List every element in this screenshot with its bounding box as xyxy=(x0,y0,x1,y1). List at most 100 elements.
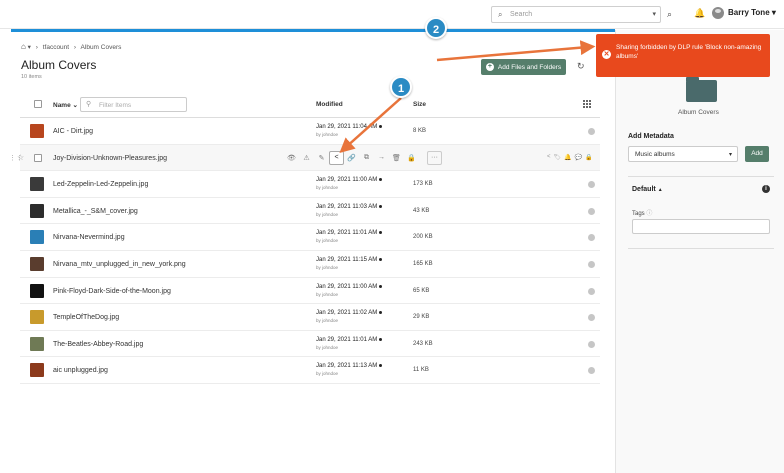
table-row[interactable]: AIC - Dirt.jpg Jan 29, 2021 11:04 AM by jo… xyxy=(20,118,600,145)
refresh-icon[interactable]: ↻ xyxy=(577,61,585,72)
bell-icon[interactable]: 🔔 xyxy=(564,154,571,161)
delete-icon[interactable]: 🗑 xyxy=(389,151,404,165)
row-checkbox[interactable] xyxy=(34,153,42,162)
row-info-icon[interactable] xyxy=(588,340,595,348)
search-input[interactable]: ⌕ Search ▾ xyxy=(491,6,661,23)
add-files-label: Add Files and Folders xyxy=(497,63,562,71)
table-row[interactable]: Led-Zeppelin-Led-Zeppelin.jpg Jan 29, 202… xyxy=(20,171,600,198)
search-scope-dropdown[interactable]: ▾ xyxy=(652,10,656,18)
modified-date-text: Jan 29, 2021 11:01 AM xyxy=(316,230,378,237)
metadata-template-select[interactable]: Music albums ▾ xyxy=(628,146,738,162)
file-name[interactable]: AIC - Dirt.jpg xyxy=(53,128,93,135)
modified-by: by johndoe xyxy=(316,291,339,297)
file-thumbnail xyxy=(30,363,44,378)
column-modified-header[interactable]: Modified xyxy=(316,101,343,108)
star-icon[interactable]: ☆ xyxy=(17,153,24,162)
status-dot xyxy=(379,364,383,368)
page-title: Album Covers xyxy=(21,58,97,72)
modified-date-text: Jan 29, 2021 11:00 AM xyxy=(316,283,378,290)
row-info-icon[interactable] xyxy=(588,261,595,268)
info-icon[interactable]: i xyxy=(762,185,770,193)
chevron-down-icon[interactable]: ▾ xyxy=(28,44,31,51)
avatar[interactable] xyxy=(712,7,724,19)
breadcrumb-item-tfaccount[interactable]: tfaccount xyxy=(43,44,69,51)
collaborate-icon[interactable]: ⚠ xyxy=(299,151,314,165)
comment-icon[interactable]: 💬 xyxy=(575,154,582,161)
table-row[interactable]: aic unplugged.jpg Jan 29, 2021 11:13 AM by… xyxy=(20,357,600,384)
modified-date-text: Jan 29, 2021 11:03 AM xyxy=(316,203,378,210)
row-info-icon[interactable] xyxy=(588,314,595,322)
table-row[interactable]: Pink-Floyd-Dark-Side-of-the-Moon.jpg Jan … xyxy=(20,278,600,305)
file-size: 8 KB xyxy=(413,128,427,134)
status-dot xyxy=(379,124,383,128)
file-name[interactable]: Metallica_-_S&M_cover.jpg xyxy=(53,208,138,215)
default-section-toggle[interactable]: Default ▲ xyxy=(632,186,663,193)
breadcrumb-item-album-covers[interactable]: Album Covers xyxy=(81,44,122,51)
move-icon[interactable]: → xyxy=(374,151,389,165)
lock-icon[interactable]: 🔒 xyxy=(404,151,419,165)
modified-date-text: Jan 29, 2021 11:13 AM xyxy=(316,363,378,370)
table-row[interactable]: ⋮⋮ ☆ Joy-Division-Unknown-Pleasures.jpg 👁 ⚠ ✎… xyxy=(9,144,600,172)
file-name[interactable]: Joy-Division-Unknown-Pleasures.jpg xyxy=(53,155,167,162)
user-name: Barry Tone xyxy=(728,8,770,17)
copy-icon[interactable]: ⧉ xyxy=(359,151,374,165)
grid-view-icon[interactable] xyxy=(583,100,592,109)
file-name[interactable]: Nirvana-Nevermind.jpg xyxy=(53,234,125,241)
row-action-toolbar: 👁 ⚠ ✎ < 🔗 ⧉ → 🗑 🔒 ··· xyxy=(284,150,442,165)
select-all-checkbox[interactable] xyxy=(34,100,42,108)
row-info-icon[interactable] xyxy=(588,128,595,135)
tag-icon[interactable]: 🏷 xyxy=(554,154,562,161)
link-icon[interactable]: 🔗 xyxy=(344,151,359,165)
file-name[interactable]: Nirvana_mtv_unplugged_in_new_york.png xyxy=(53,261,186,268)
tags-input[interactable] xyxy=(632,219,770,234)
chevron-down-icon: ▾ xyxy=(728,152,732,158)
home-icon[interactable]: ⌂ xyxy=(21,42,26,51)
file-size: 29 KB xyxy=(413,314,430,321)
more-options-button[interactable]: ··· xyxy=(427,150,442,165)
column-name-header[interactable]: Name ⌄ xyxy=(53,101,78,109)
table-row[interactable]: Metallica_-_S&M_cover.jpg Jan 29, 2021 11… xyxy=(20,198,600,225)
row-info-icon[interactable] xyxy=(588,367,595,375)
share-icon[interactable]: < xyxy=(329,150,344,165)
file-thumbnail xyxy=(30,310,44,325)
status-dot xyxy=(379,257,383,261)
status-dot xyxy=(379,311,383,315)
table-row[interactable]: Nirvana-Nevermind.jpg Jan 29, 2021 11:01 … xyxy=(20,224,600,251)
file-name[interactable]: Pink-Floyd-Dark-Side-of-the-Moon.jpg xyxy=(53,288,171,295)
folder-icon xyxy=(686,77,717,102)
filter-placeholder: Filter Items xyxy=(99,102,132,109)
file-name[interactable]: The-Beatles-Abbey-Road.jpg xyxy=(53,341,143,348)
row-info-icon[interactable] xyxy=(588,234,595,242)
table-row[interactable]: TempleOfTheDog.jpg Jan 29, 2021 11:02 AM b… xyxy=(20,304,600,331)
advanced-search-icon[interactable]: ⌕ xyxy=(667,9,672,20)
help-icon[interactable]: ⓘ xyxy=(646,211,652,217)
add-files-button[interactable]: + Add Files and Folders xyxy=(481,59,566,75)
file-size: 173 KB xyxy=(413,181,433,188)
file-thumbnail xyxy=(30,230,44,245)
modified-by: by johndoe xyxy=(316,185,339,191)
row-info-icon[interactable] xyxy=(588,207,595,215)
modified-date: Jan 29, 2021 11:00 AM xyxy=(316,283,383,290)
file-name[interactable]: Led-Zeppelin-Led-Zeppelin.jpg xyxy=(53,181,148,188)
row-info-icon[interactable] xyxy=(588,287,595,295)
file-name[interactable]: aic unplugged.jpg xyxy=(53,367,108,374)
edit-icon[interactable]: ✎ xyxy=(314,151,329,165)
share-status-icon[interactable]: < xyxy=(547,154,551,161)
filter-input[interactable]: ⚲ Filter Items xyxy=(80,97,187,112)
close-icon[interactable]: ✕ xyxy=(602,50,611,59)
lock-status-icon[interactable]: 🔒 xyxy=(585,154,592,161)
modified-by: by johndoe xyxy=(316,371,339,377)
column-size-header[interactable]: Size xyxy=(413,101,426,108)
add-metadata-button[interactable]: Add xyxy=(745,146,769,162)
search-placeholder: Search xyxy=(510,11,533,18)
row-info-icon[interactable] xyxy=(588,181,595,189)
table-row[interactable]: Nirvana_mtv_unplugged_in_new_york.png Jan… xyxy=(20,251,600,278)
modified-by: by johndoe xyxy=(316,344,339,350)
file-thumbnail xyxy=(30,283,44,298)
table-row[interactable]: The-Beatles-Abbey-Road.jpg Jan 29, 2021 1… xyxy=(20,331,600,358)
file-name[interactable]: TempleOfTheDog.jpg xyxy=(53,314,119,321)
preview-icon[interactable]: 👁 xyxy=(284,151,299,165)
bell-icon[interactable]: 🔔 xyxy=(694,8,705,19)
status-dot xyxy=(379,284,383,288)
user-menu[interactable]: Barry Tone ▾ xyxy=(728,8,776,17)
